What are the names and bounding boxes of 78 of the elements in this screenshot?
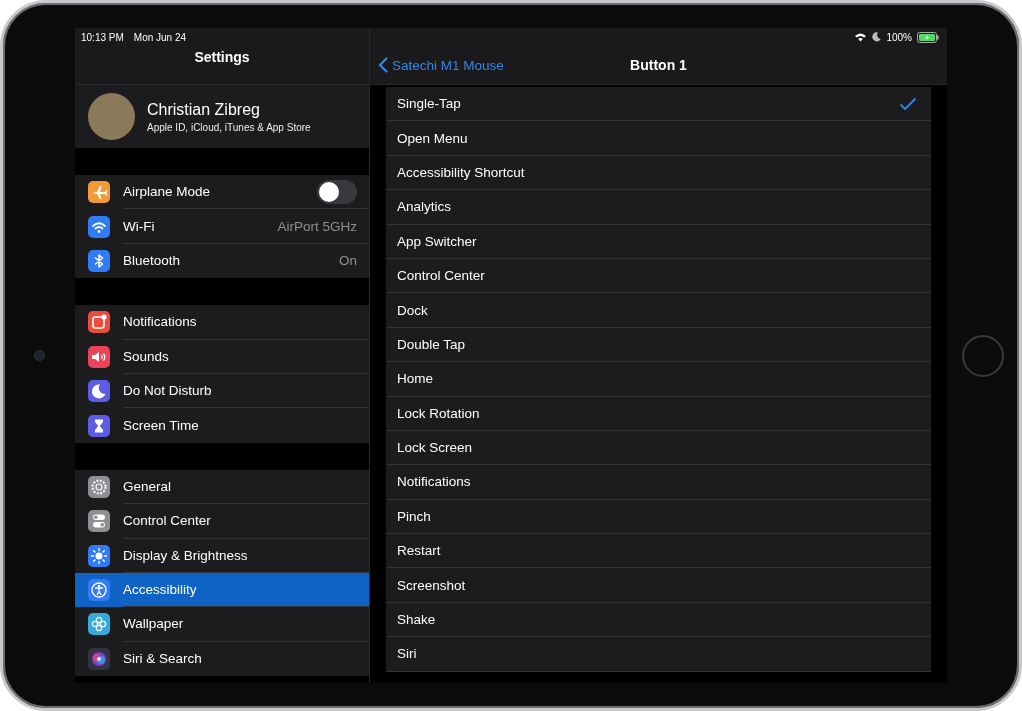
sidebar-item[interactable]: Do Not Disturb	[75, 373, 369, 409]
option-row[interactable]: Pinch	[386, 499, 931, 535]
option-row[interactable]: Notifications	[386, 465, 931, 500]
battery-percent: 100%	[886, 31, 912, 43]
option-label: Screenshot	[397, 577, 466, 593]
profile-name: Christian Zibreg	[147, 100, 261, 119]
camera-dot	[33, 350, 45, 361]
option-row[interactable]: Restart	[386, 534, 931, 569]
status-time: 10:13 PM	[81, 31, 124, 43]
option-label: App Switcher	[397, 233, 477, 249]
option-row[interactable]: Double Tap	[386, 327, 931, 363]
page-title: Button 1	[630, 57, 687, 73]
sidebar-item-label: Airplane Mode	[123, 184, 211, 200]
option-label: Lock Rotation	[397, 405, 480, 421]
sidebar-item-label: Wi-Fi	[123, 218, 155, 234]
sidebar-item-label: Wallpaper	[123, 616, 184, 632]
sidebar-item[interactable]: Control Center	[75, 504, 369, 539]
option-row[interactable]: Home	[386, 362, 931, 397]
option-label: Restart	[397, 543, 441, 559]
option-row[interactable]: Dock	[386, 293, 931, 328]
battery-icon	[917, 31, 939, 43]
sidebar-item-label: Do Not Disturb	[123, 383, 212, 399]
sidebar-item[interactable]: Wallpaper	[75, 607, 369, 642]
option-label: Analytics	[397, 199, 452, 215]
option-row[interactable]: App Switcher	[386, 224, 931, 259]
sidebar-item[interactable]: Wi-Fi AirPort 5GHz	[75, 209, 369, 244]
sidebar-item-label: Screen Time	[123, 418, 199, 434]
option-label: Accessibility Shortcut	[397, 164, 525, 180]
option-label: Double Tap	[397, 336, 466, 352]
sidebar-item[interactable]: Accessibility	[75, 572, 369, 608]
option-label: Single-Tap	[397, 96, 461, 112]
option-row[interactable]: Analytics	[386, 190, 931, 225]
option-label: Home	[397, 371, 433, 387]
profile-subtitle: Apple ID, iCloud, iTunes & App Store	[147, 121, 311, 133]
sidebar-item-value: On	[339, 253, 357, 269]
option-row[interactable]: Lock Rotation	[386, 396, 931, 431]
profile-row[interactable]: Christian Zibreg Apple ID, iCloud, iTunes & App Store	[75, 85, 369, 148]
sidebar-item-label: Notifications	[123, 314, 197, 330]
sidebar-item-value: AirPort 5GHz	[277, 218, 357, 234]
sidebar-item-label: Bluetooth	[123, 253, 181, 269]
sidebar-item[interactable]: Display & Brightness	[75, 538, 369, 573]
toggle-switch[interactable]	[317, 179, 357, 204]
option-label: Notifications	[397, 474, 471, 490]
sidebar-item[interactable]: Screen Time	[75, 408, 369, 443]
wifi-icon	[854, 32, 868, 42]
sidebar-item[interactable]: Bluetooth On	[75, 243, 369, 279]
option-label: Shake	[397, 612, 436, 628]
sidebar-item-label: Accessibility	[123, 582, 197, 598]
option-row[interactable]: Open Menu	[386, 121, 931, 156]
sidebar-item[interactable]: Airplane Mode	[75, 175, 369, 210]
option-row[interactable]: Single-Tap	[386, 87, 931, 122]
option-label: Open Menu	[397, 130, 468, 146]
sidebar-item[interactable]: General	[75, 469, 369, 505]
chevron-left-icon	[378, 57, 388, 73]
avatar-placeholder	[88, 93, 135, 140]
moon-icon	[872, 32, 882, 42]
back-button[interactable]: Satechi M1 Mouse	[370, 57, 504, 73]
sidebar-item-label: Display & Brightness	[123, 547, 248, 563]
option-label: Dock	[397, 302, 428, 318]
sidebar-item[interactable]: Siri & Search	[75, 641, 369, 677]
option-label: Pinch	[397, 508, 431, 524]
option-label: Siri	[397, 646, 417, 662]
option-row[interactable]: Lock Screen	[386, 430, 931, 466]
sidebar-item-label: Sounds	[123, 348, 169, 364]
sidebar-item-label: Control Center	[123, 513, 211, 529]
option-label: Control Center	[397, 268, 485, 284]
option-row[interactable]: Control Center	[386, 258, 931, 294]
sidebar-item[interactable]: Notifications	[75, 305, 369, 340]
sidebar-item[interactable]: Sounds	[75, 339, 369, 374]
option-row[interactable]: Accessibility Shortcut	[386, 155, 931, 191]
sidebar-item-label: Siri & Search	[123, 651, 202, 667]
option-row[interactable]: Screenshot	[386, 568, 931, 603]
status-date: Mon Jun 24	[133, 31, 187, 43]
option-label: Lock Screen	[397, 440, 473, 456]
sidebar-title: Settings	[193, 48, 251, 67]
option-row[interactable]: Siri	[386, 637, 931, 672]
sidebar-item-label: General	[123, 478, 172, 494]
option-row[interactable]: Shake	[386, 602, 931, 638]
